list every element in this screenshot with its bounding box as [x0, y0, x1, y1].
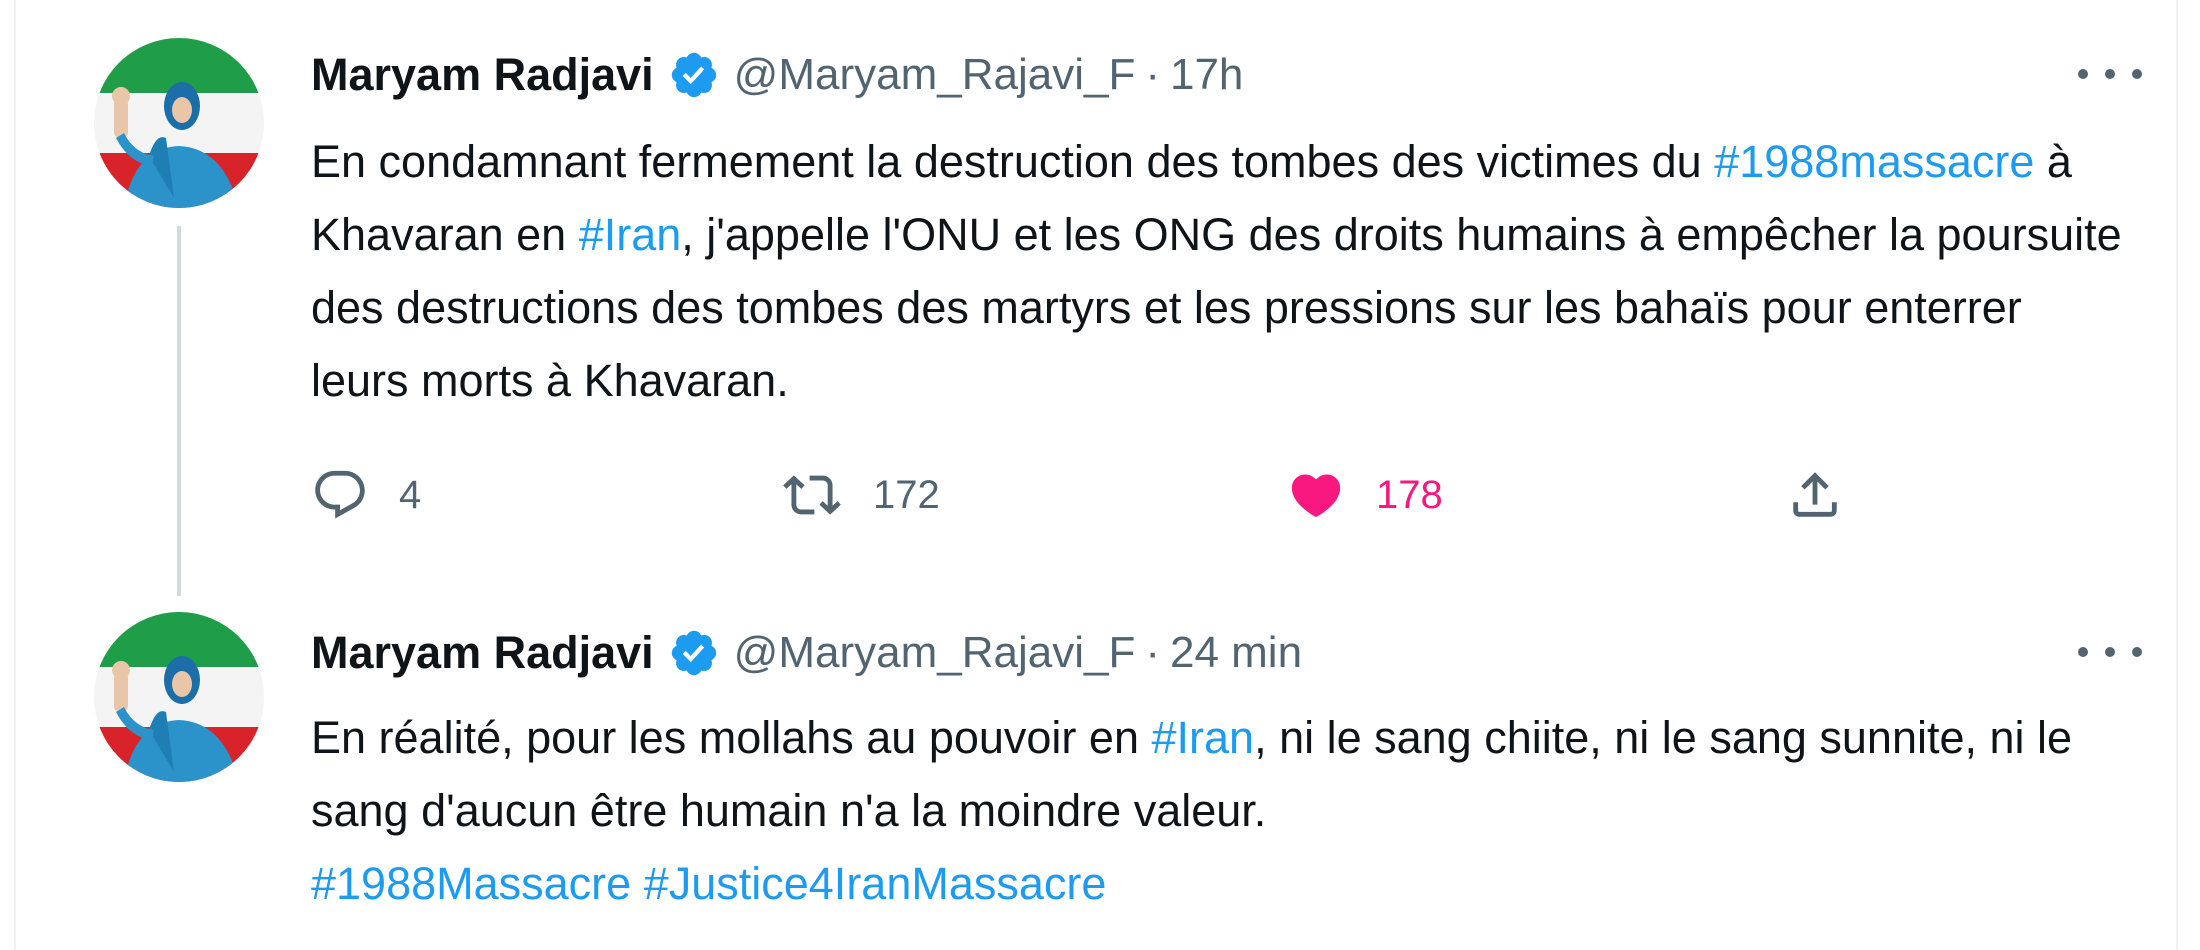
verified-badge-icon: [668, 627, 720, 679]
tweet-timestamp[interactable]: 24 min: [1170, 628, 1302, 678]
hashtag-link[interactable]: #Iran: [1151, 712, 1254, 763]
author-handle[interactable]: @Maryam_Rajavi_F: [734, 628, 1136, 678]
author-handle[interactable]: @Maryam_Rajavi_F: [734, 50, 1136, 100]
tweet-actions: 4 172 178: [311, 455, 1871, 535]
retweet-button[interactable]: 172: [781, 455, 940, 535]
more-options-icon[interactable]: [2078, 54, 2142, 94]
tweet-text-segment: [631, 858, 644, 909]
tweet-thread: Maryam Radjavi @Maryam_Rajavi_F · 17h En…: [14, 0, 2178, 950]
hashtag-link[interactable]: #Iran: [579, 209, 682, 260]
tweet-text: En condamnant fermement la destruction d…: [311, 125, 2131, 417]
hashtag-link[interactable]: #1988Massacre: [311, 858, 631, 909]
like-count: 178: [1376, 472, 1443, 517]
tweet-text-segment: En réalité, pour les mollahs au pouvoir …: [311, 712, 1152, 763]
reply-count: 4: [399, 472, 422, 517]
avatar[interactable]: [94, 612, 264, 782]
more-options-icon[interactable]: [2078, 632, 2142, 672]
reply-bubble-icon: [315, 470, 365, 519]
header-separator: ·: [1145, 50, 1160, 99]
reply-button[interactable]: 4: [311, 455, 421, 535]
author-name[interactable]: Maryam Radjavi: [311, 627, 654, 679]
retweet-count: 172: [873, 472, 940, 517]
like-button[interactable]: 178: [1286, 455, 1443, 535]
tweet-header: Maryam Radjavi @Maryam_Rajavi_F · 24 min: [311, 618, 1302, 688]
heart-icon: [1291, 474, 1341, 518]
hashtag-link[interactable]: #1988massacre: [1714, 136, 2034, 187]
retweet-icon: [783, 475, 841, 515]
tweet-text-segment: En condamnant fermement la destruction d…: [311, 136, 1715, 187]
header-separator: ·: [1145, 628, 1160, 677]
tweet-text: En réalité, pour les mollahs au pouvoir …: [311, 701, 2131, 920]
avatar[interactable]: [94, 38, 264, 208]
author-name[interactable]: Maryam Radjavi: [311, 49, 654, 101]
verified-badge-icon: [668, 49, 720, 101]
tweet-header: Maryam Radjavi @Maryam_Rajavi_F · 17h: [311, 40, 1243, 110]
tweet-1[interactable]: Maryam Radjavi @Maryam_Rajavi_F · 17h En…: [16, 0, 2176, 600]
hashtag-link[interactable]: #Justice4IranMassacre: [644, 858, 1107, 909]
tweet-timestamp[interactable]: 17h: [1170, 50, 1243, 100]
share-upload-icon: [1793, 472, 1837, 517]
tweet-2[interactable]: Maryam Radjavi @Maryam_Rajavi_F · 24 min…: [16, 600, 2176, 950]
share-button[interactable]: [1786, 455, 1844, 535]
